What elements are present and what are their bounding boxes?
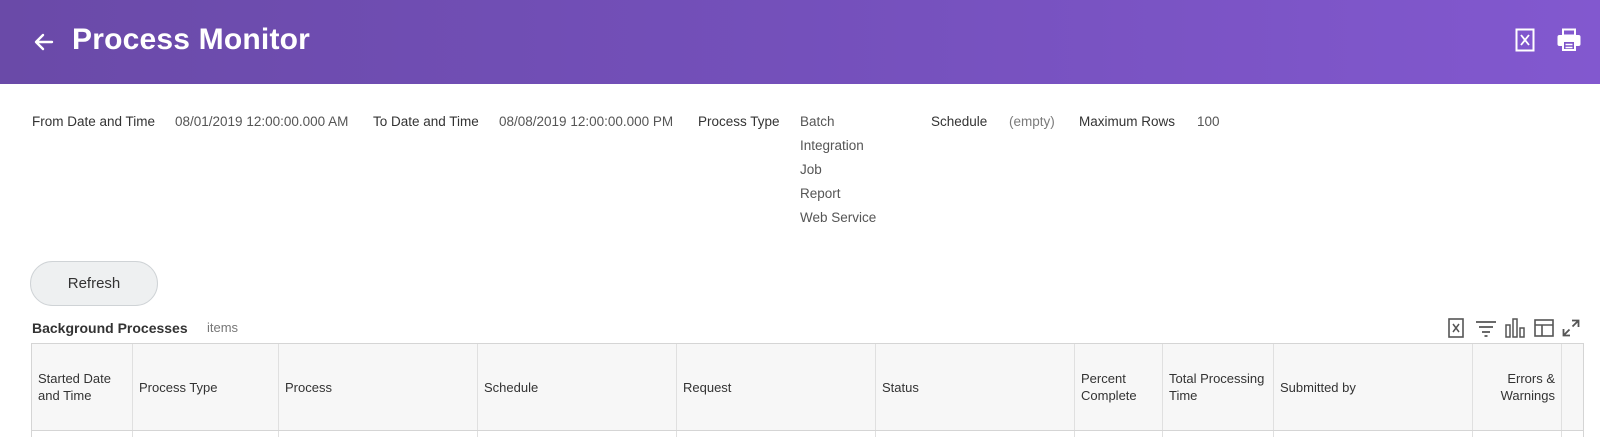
page-header: Process Monitor — [0, 0, 1600, 84]
table-cell — [32, 431, 133, 437]
table-cell — [1163, 431, 1274, 437]
schedule-value: (empty) — [1009, 114, 1055, 129]
column-layout-icon — [1534, 319, 1554, 337]
arrow-left-icon — [34, 33, 54, 51]
process-type-value: Report — [800, 186, 841, 201]
process-type-label: Process Type — [698, 114, 780, 129]
max-rows-label: Maximum Rows — [1079, 114, 1176, 129]
background-processes-table: Started Date and Time Process Type Proce… — [31, 343, 1584, 437]
export-excel-button[interactable] — [1509, 24, 1541, 56]
grid-chart-button[interactable] — [1502, 316, 1528, 340]
column-header-schedule[interactable]: Schedule — [478, 344, 677, 430]
column-header-request[interactable]: Request — [677, 344, 876, 430]
chart-icon — [1505, 318, 1525, 338]
refresh-button[interactable]: Refresh — [30, 261, 158, 306]
to-date-value: 08/08/2019 12:00:00.000 PM — [499, 114, 674, 129]
excel-export-icon — [1448, 318, 1464, 338]
grid-export-button[interactable] — [1443, 316, 1469, 340]
excel-export-icon — [1515, 28, 1535, 52]
process-type-value: Batch — [800, 114, 835, 129]
schedule-label: Schedule — [931, 114, 988, 129]
process-type-value: Job — [800, 162, 822, 177]
grid-item-count: items — [207, 320, 239, 335]
fullscreen-icon — [1562, 319, 1580, 337]
column-header-process-type[interactable]: Process Type — [133, 344, 279, 430]
header-scroll-spacer — [1562, 344, 1583, 430]
table-cell — [279, 431, 478, 437]
column-header-total-processing-time[interactable]: Total Processing Time — [1163, 344, 1274, 430]
page-title: Process Monitor — [72, 23, 311, 56]
grid-filter-button[interactable] — [1473, 316, 1499, 340]
filter-icon — [1476, 321, 1496, 337]
table-cell — [478, 431, 677, 437]
column-header-process[interactable]: Process — [279, 344, 478, 430]
from-date-value: 08/01/2019 12:00:00.000 AM — [175, 114, 349, 129]
process-type-list: Batch Integration Job Report Web Service — [800, 114, 876, 234]
grid-title: Background Processes — [32, 320, 188, 336]
print-button[interactable] — [1553, 24, 1585, 56]
from-date-label: From Date and Time — [32, 114, 156, 129]
table-cell — [1473, 431, 1562, 437]
column-header-errors-warnings[interactable]: Errors & Warnings — [1473, 344, 1562, 430]
to-date-label: To Date and Time — [373, 114, 479, 129]
table-cell — [677, 431, 876, 437]
grid-layout-button[interactable] — [1531, 316, 1557, 340]
max-rows-value: 100 — [1197, 114, 1220, 129]
process-type-value: Web Service — [800, 210, 877, 225]
table-cell — [133, 431, 279, 437]
column-header-percent-complete[interactable]: Percent Complete — [1075, 344, 1163, 430]
table-cell — [876, 431, 1075, 437]
column-header-submitted-by[interactable]: Submitted by — [1274, 344, 1473, 430]
table-row — [32, 431, 1583, 437]
grid-fullscreen-button[interactable] — [1558, 316, 1584, 340]
column-header-status[interactable]: Status — [876, 344, 1075, 430]
table-header-row: Started Date and Time Process Type Proce… — [32, 344, 1583, 431]
table-cell — [1274, 431, 1473, 437]
printer-icon — [1557, 28, 1581, 51]
column-header-started[interactable]: Started Date and Time — [32, 344, 133, 430]
back-button[interactable] — [28, 26, 60, 58]
table-cell — [1075, 431, 1163, 437]
process-type-value: Integration — [800, 138, 864, 153]
